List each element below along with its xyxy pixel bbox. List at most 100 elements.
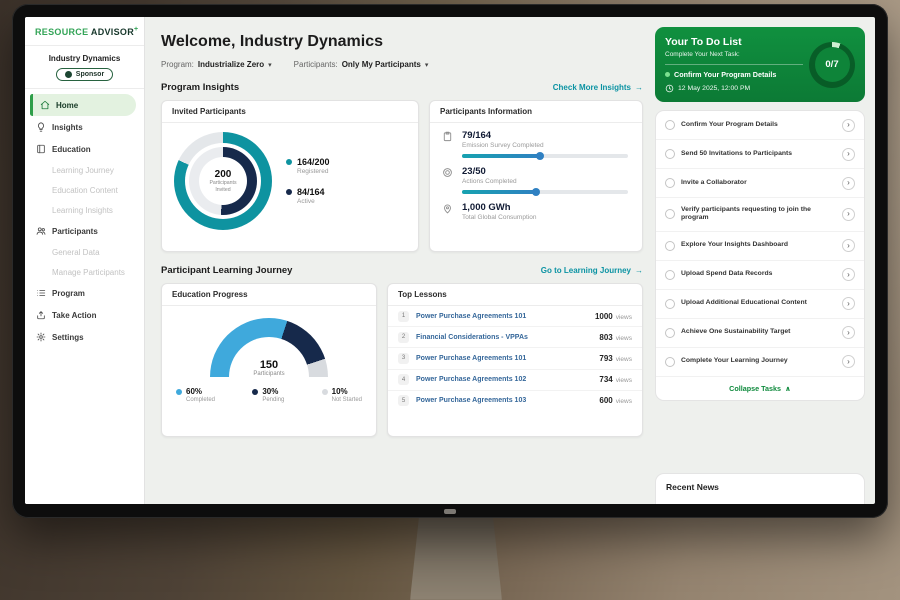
sidebar-item-education-content[interactable]: Education Content [25, 180, 144, 200]
task-row-verify-participants[interactable]: Verify participants requesting to join t… [656, 198, 864, 232]
checkbox-icon[interactable] [665, 357, 675, 367]
task-row-send-invitations[interactable]: Send 50 Invitations to Participants › [656, 140, 864, 169]
lesson-link[interactable]: Power Purchase Agreements 101 [416, 313, 588, 320]
org-name: Industry Dynamics [25, 54, 144, 63]
sidebar-item-learning-insights[interactable]: Learning Insights [25, 200, 144, 220]
sidebar-item-settings[interactable]: Settings [25, 326, 144, 348]
donut-center-label: Participants Invited [206, 180, 240, 194]
top-lessons-card: Top Lessons 1 Power Purchase Agreements … [387, 283, 643, 437]
lesson-row: 4 Power Purchase Agreements 102 734views [388, 370, 642, 391]
sidebar-item-participants[interactable]: Participants [25, 220, 144, 242]
power-led [444, 509, 456, 514]
collapse-tasks-button[interactable]: Collapse Tasks ∧ [656, 377, 864, 400]
card-title: Participants Information [430, 101, 642, 123]
stat-actions-completed: 23/50 Actions Completed [430, 159, 642, 185]
chevron-right-icon[interactable]: › [842, 208, 855, 221]
legend-registered: 164/200 Registered [286, 157, 330, 175]
chevron-right-icon[interactable]: › [842, 355, 855, 368]
task-row-invite-collaborator[interactable]: Invite a Collaborator › [656, 169, 864, 198]
go-to-learning-journey-link[interactable]: Go to Learning Journey → [541, 266, 643, 275]
link-label: Go to Learning Journey [541, 266, 631, 275]
gauge-legend: 60% Completed 30% Pending [162, 379, 376, 403]
chevron-right-icon[interactable]: › [842, 119, 855, 132]
sidebar-item-label: Settings [52, 333, 84, 342]
chevron-right-icon[interactable]: › [842, 177, 855, 190]
checkbox-icon[interactable] [665, 270, 675, 280]
monitor-bezel: RESOURCE ADVISOR+ Industry Dynamics Spon… [12, 4, 888, 518]
gear-icon [35, 332, 46, 343]
checkbox-icon[interactable] [665, 178, 675, 188]
task-row-upload-educational-content[interactable]: Upload Additional Educational Content › [656, 290, 864, 319]
chevron-right-icon[interactable]: › [842, 268, 855, 281]
invited-donut-chart: 200 Participants Invited [174, 132, 272, 230]
legend-not-started: 10% Not Started [322, 387, 362, 403]
link-label: Check More Insights [553, 83, 631, 92]
todo-panel: Your To Do List Complete Your Next Task:… [653, 17, 875, 504]
home-icon [39, 100, 50, 111]
views-suffix: views [616, 356, 632, 363]
app-logo[interactable]: RESOURCE ADVISOR+ [25, 26, 144, 46]
education-progress-card: Education Progress 150 Participants [161, 283, 377, 437]
chevron-right-icon[interactable]: › [842, 148, 855, 161]
lesson-views: 803 [599, 333, 612, 342]
page-title: Welcome, Industry Dynamics [161, 33, 643, 51]
participants-select[interactable]: Participants: Only My Participants ▾ [294, 60, 429, 69]
collapse-label: Collapse Tasks [729, 384, 781, 393]
todo-divider [665, 64, 803, 65]
task-label: Send 50 Invitations to Participants [681, 150, 836, 159]
task-row-upload-spend-data[interactable]: Upload Spend Data Records › [656, 261, 864, 290]
sidebar-item-label: Education Content [52, 186, 118, 195]
sidebar-item-home[interactable]: Home [30, 94, 136, 116]
sponsor-badge[interactable]: Sponsor [56, 68, 113, 81]
sidebar-item-insights[interactable]: Insights [25, 116, 144, 138]
section-title: Program Insights [161, 82, 239, 93]
bullet-dot-icon [665, 72, 670, 77]
sidebar-item-label: Manage Participants [52, 268, 125, 277]
sidebar-item-learning-journey[interactable]: Learning Journey [25, 160, 144, 180]
sidebar-item-general-data[interactable]: General Data [25, 242, 144, 262]
checkbox-icon[interactable] [665, 328, 675, 338]
legend-pct: 30% [262, 387, 284, 396]
list-icon [35, 288, 46, 299]
sidebar-item-label: Learning Insights [52, 206, 113, 215]
sidebar-divider [25, 88, 144, 89]
program-insights-header: Program Insights Check More Insights → [161, 82, 643, 93]
filters-row: Program: Industrialize Zero ▾ Participan… [161, 60, 643, 69]
sidebar-item-label: Take Action [52, 311, 96, 320]
checkbox-icon[interactable] [665, 241, 675, 251]
task-label: Confirm Your Program Details [681, 121, 836, 130]
checkbox-icon[interactable] [665, 120, 675, 130]
task-row-explore-insights[interactable]: Explore Your Insights Dashboard › [656, 232, 864, 261]
chevron-right-icon[interactable]: › [842, 239, 855, 252]
checkbox-icon[interactable] [665, 149, 675, 159]
check-more-insights-link[interactable]: Check More Insights → [553, 83, 643, 92]
chevron-right-icon[interactable]: › [842, 297, 855, 310]
lesson-link[interactable]: Power Purchase Agreements 101 [416, 355, 592, 362]
logo-secondary: ADVISOR [91, 27, 134, 37]
chevron-down-icon: ▾ [425, 61, 429, 69]
sidebar-item-take-action[interactable]: Take Action [25, 304, 144, 326]
todo-summary-card: Your To Do List Complete Your Next Task:… [655, 27, 865, 102]
recent-news-header: Recent News [655, 473, 865, 504]
lesson-link[interactable]: Financial Considerations - VPPAs [416, 334, 592, 341]
lesson-link[interactable]: Power Purchase Agreements 102 [416, 376, 592, 383]
sidebar-item-manage-participants[interactable]: Manage Participants [25, 262, 144, 282]
chevron-right-icon[interactable]: › [842, 326, 855, 339]
todo-next-task[interactable]: Confirm Your Program Details [665, 70, 803, 79]
stat-label: Total Global Consumption [462, 214, 536, 221]
task-label: Complete Your Learning Journey [681, 357, 836, 366]
task-label: Verify participants requesting to join t… [681, 206, 836, 224]
task-row-confirm-program[interactable]: Confirm Your Program Details › [656, 111, 864, 140]
checkbox-icon[interactable] [665, 209, 675, 219]
arrow-right-icon: → [635, 83, 643, 92]
donut-legend: 164/200 Registered 84/164 Active [286, 157, 330, 205]
sidebar-item-education[interactable]: Education [25, 138, 144, 160]
progress-bar-emission [462, 154, 628, 158]
task-row-complete-learning-journey[interactable]: Complete Your Learning Journey › [656, 348, 864, 377]
sidebar-item-program[interactable]: Program [25, 282, 144, 304]
lesson-link[interactable]: Power Purchase Agreements 103 [416, 397, 592, 404]
task-row-achieve-target[interactable]: Achieve One Sustainability Target › [656, 319, 864, 348]
checkbox-icon[interactable] [665, 299, 675, 309]
program-select[interactable]: Program: Industrialize Zero ▾ [161, 60, 272, 69]
todo-progress-ring: 0/7 [809, 42, 855, 88]
